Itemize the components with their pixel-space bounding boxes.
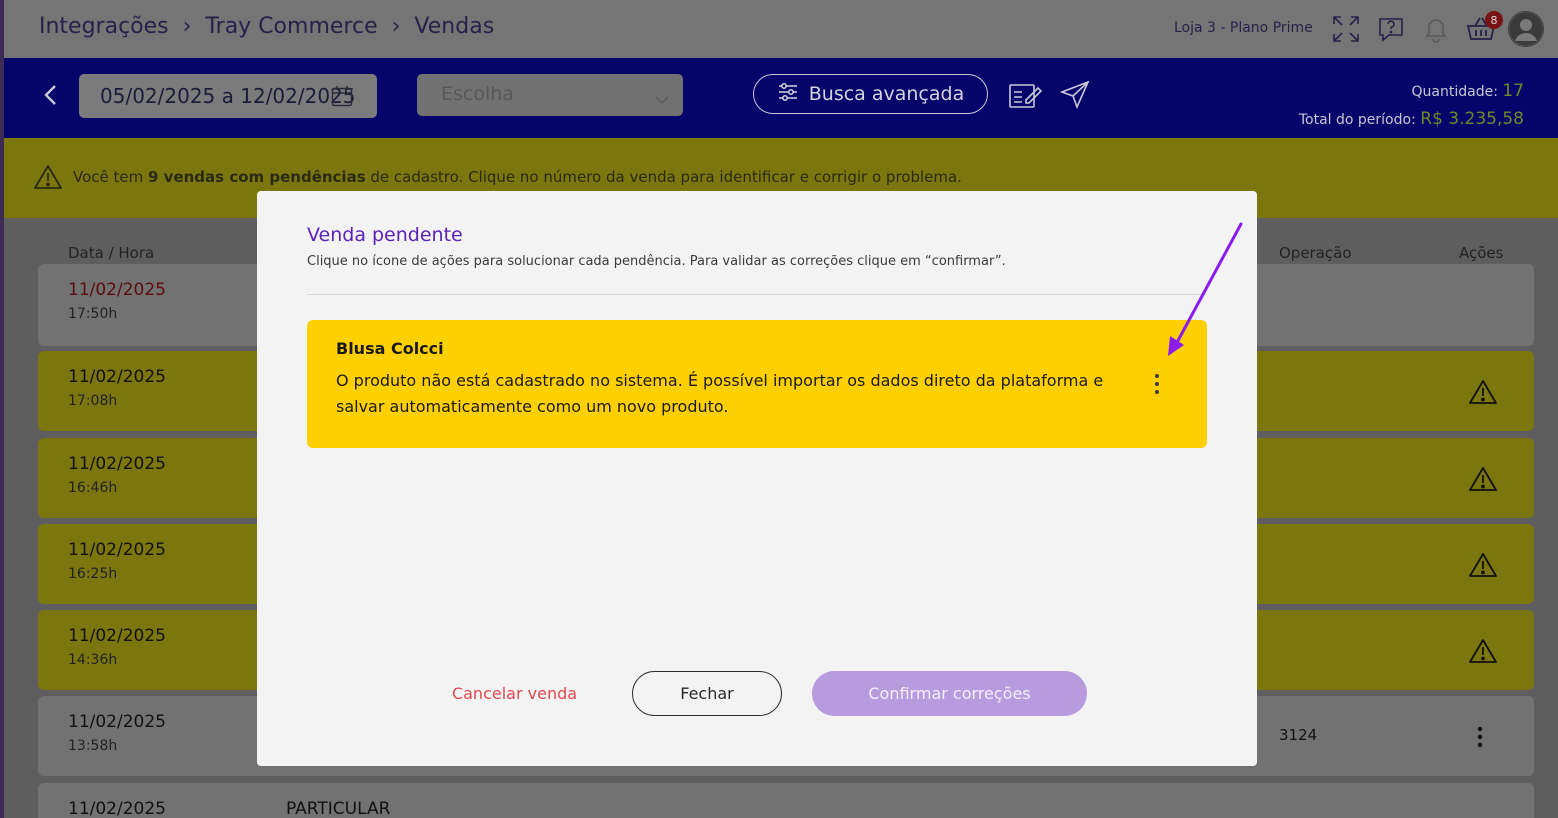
filter-select[interactable]: Escolha bbox=[417, 74, 683, 116]
filter-select-value: Escolha bbox=[441, 83, 514, 105]
cancel-sale-button[interactable]: Cancelar venda bbox=[442, 671, 587, 715]
store-plan-label[interactable]: Loja 3 - Plano Prime bbox=[1174, 20, 1313, 36]
divider bbox=[307, 294, 1207, 295]
calendar-icon[interactable] bbox=[331, 85, 353, 111]
row-operation: 3124 bbox=[1279, 726, 1318, 744]
modal-title: Venda pendente bbox=[307, 224, 463, 246]
row-time: 14:36h bbox=[68, 652, 118, 668]
pending-sale-modal: Venda pendente Clique no ícone de ações … bbox=[257, 191, 1257, 766]
banner-prefix: Você tem bbox=[73, 168, 149, 186]
modal-subtitle: Clique no ícone de ações para solucionar… bbox=[307, 254, 1006, 269]
back-arrow-icon[interactable] bbox=[42, 84, 60, 110]
breadcrumb-tray-commerce[interactable]: Tray Commerce bbox=[205, 14, 377, 39]
advanced-search-label: Busca avançada bbox=[808, 83, 965, 105]
banner-suffix: de cadastro. Clique no número da venda p… bbox=[365, 168, 962, 186]
table-row[interactable]: 11/02/2025 PARTICULAR bbox=[38, 783, 1534, 818]
row-date: 11/02/2025 bbox=[68, 367, 166, 387]
chevron-right-icon: › bbox=[182, 14, 192, 39]
cart-count-badge: 8 bbox=[1485, 11, 1503, 29]
column-header-date: Data / Hora bbox=[68, 244, 155, 262]
breadcrumb-integracoes[interactable]: Integrações bbox=[39, 14, 169, 39]
avatar[interactable] bbox=[1508, 11, 1544, 47]
row-date: 11/02/2025 bbox=[68, 712, 166, 732]
row-time: 17:08h bbox=[68, 393, 118, 409]
sales-toolbar: 05/02/2025 a 12/02/2025 Escolha Busca av… bbox=[0, 58, 1558, 138]
warning-icon[interactable] bbox=[1469, 466, 1497, 496]
chevron-down-icon bbox=[655, 88, 669, 110]
confirm-corrections-button[interactable]: Confirmar correções bbox=[812, 671, 1087, 716]
row-date: 11/02/2025 bbox=[68, 280, 166, 300]
advanced-search-button[interactable]: Busca avançada bbox=[753, 74, 988, 114]
edit-list-icon[interactable] bbox=[1008, 80, 1043, 114]
row-date: 11/02/2025 bbox=[68, 454, 166, 474]
banner-text: Você tem 9 vendas com pendências de cada… bbox=[73, 168, 962, 186]
annotation-arrow-icon bbox=[1160, 218, 1250, 367]
breadcrumb: Integrações › Tray Commerce › Vendas bbox=[39, 14, 494, 39]
top-bar: Integrações › Tray Commerce › Vendas Loj… bbox=[0, 0, 1558, 58]
quantity-value: 17 bbox=[1502, 81, 1524, 101]
row-date: 11/02/2025 bbox=[68, 540, 166, 560]
help-chat-icon[interactable] bbox=[1374, 12, 1408, 46]
warning-icon[interactable] bbox=[1469, 552, 1497, 582]
row-date: 11/02/2025 bbox=[68, 626, 166, 646]
banner-bold-count: 9 vendas com pendências bbox=[148, 168, 366, 186]
bell-icon[interactable] bbox=[1419, 12, 1453, 46]
issue-actions-kebab-icon[interactable] bbox=[1150, 372, 1164, 396]
row-time: 16:25h bbox=[68, 566, 118, 582]
sliders-icon bbox=[777, 81, 799, 108]
warning-icon[interactable] bbox=[1469, 638, 1497, 668]
close-button[interactable]: Fechar bbox=[632, 671, 782, 716]
issue-title: Blusa Colcci bbox=[336, 339, 444, 358]
chevron-right-icon: › bbox=[391, 14, 401, 39]
column-header-actions: Ações bbox=[1459, 244, 1504, 262]
issue-description: O produto não está cadastrado no sistema… bbox=[336, 371, 1104, 416]
row-time: 16:46h bbox=[68, 480, 118, 496]
row-time: 13:58h bbox=[68, 738, 118, 754]
row-time: 17:50h bbox=[68, 306, 118, 322]
send-icon[interactable] bbox=[1059, 80, 1090, 114]
warning-icon[interactable] bbox=[1469, 379, 1497, 409]
quantity-label: Quantidade: bbox=[1411, 84, 1498, 100]
fullscreen-icon[interactable] bbox=[1329, 12, 1363, 46]
breadcrumb-vendas: Vendas bbox=[414, 14, 495, 39]
pending-issue-card: Blusa Colcci O produto não está cadastra… bbox=[307, 320, 1207, 448]
total-value: R$ 3.235,58 bbox=[1420, 109, 1524, 129]
row-actions-kebab-icon[interactable] bbox=[1477, 726, 1483, 752]
row-customer: PARTICULAR bbox=[286, 799, 391, 818]
total-label: Total do período: bbox=[1298, 112, 1416, 128]
warning-icon bbox=[34, 164, 62, 194]
row-date: 11/02/2025 bbox=[68, 799, 166, 818]
column-header-operation: Operação bbox=[1279, 244, 1352, 262]
period-summary: Quantidade: 17 Total do período: R$ 3.23… bbox=[1299, 78, 1524, 134]
